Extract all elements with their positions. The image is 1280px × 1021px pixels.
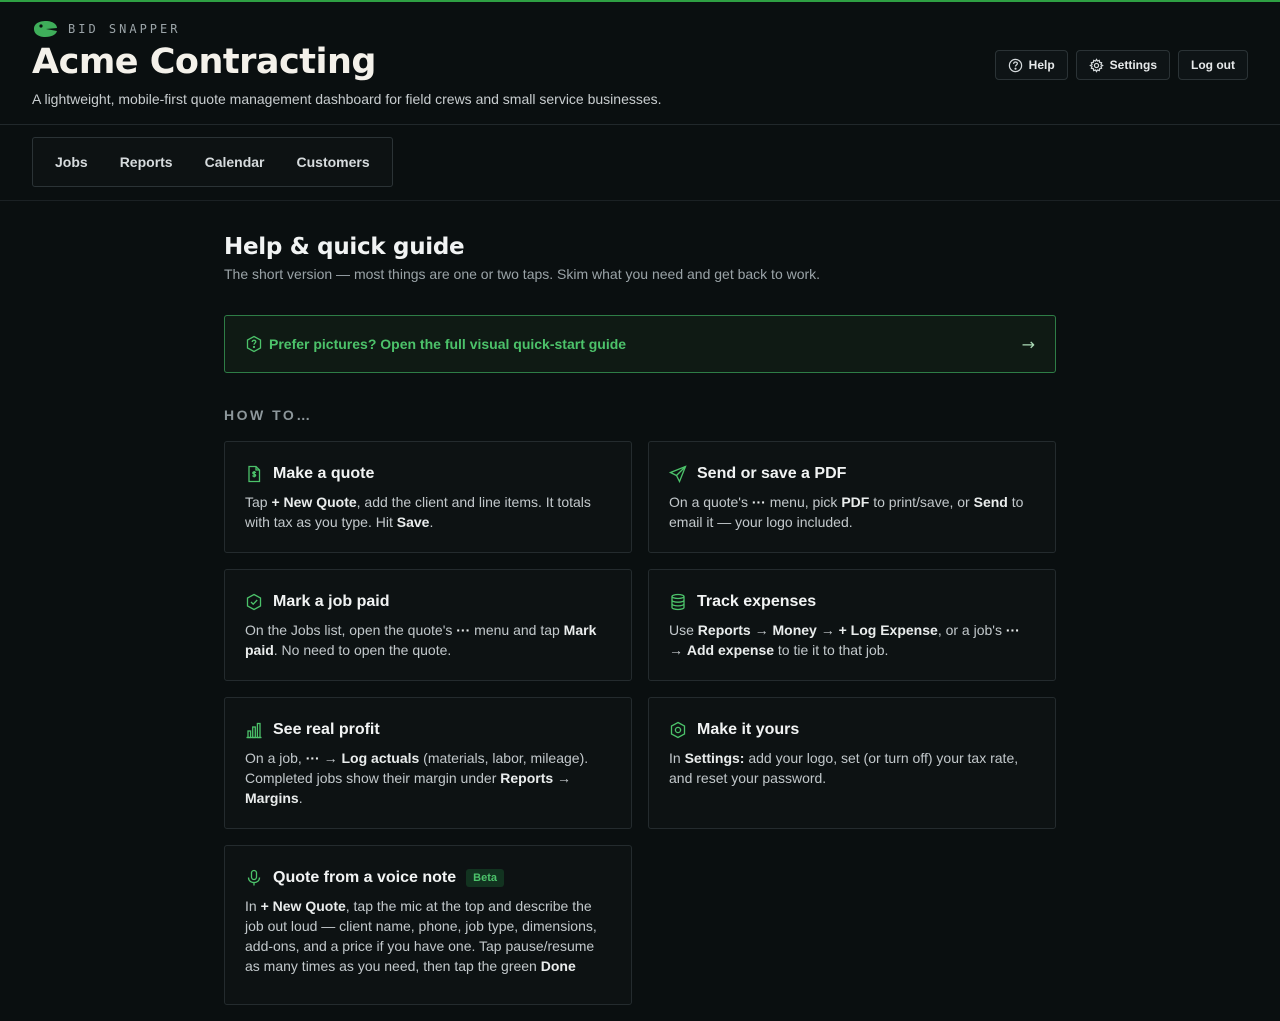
brand-name: BID SNAPPER: [68, 22, 181, 36]
beta-badge: Beta: [466, 869, 504, 887]
send-icon: [669, 465, 687, 483]
main-nav: Jobs Reports Calendar Customers: [0, 125, 1280, 201]
help-page: Help & quick guide The short version — m…: [224, 200, 1056, 1021]
card-send-pdf: Send or save a PDF On a quote's ··· menu…: [648, 441, 1056, 553]
card-title: Track expenses: [697, 593, 817, 610]
card-track-expenses: Track expenses Use Reports → Money → + L…: [648, 569, 1056, 681]
visual-guide-label: Prefer pictures? Open the full visual qu…: [269, 336, 627, 352]
settings-button-label: Settings: [1109, 58, 1158, 72]
help-button-label: Help: [1028, 58, 1055, 72]
hexagon-gear-icon: [670, 721, 686, 739]
card-title: See real profit: [273, 721, 380, 738]
tagline: A lightweight, mobile-first quote manage…: [32, 91, 662, 107]
card-title: Send or save a PDF: [697, 465, 847, 482]
nav-tabs: Jobs Reports Calendar Customers: [32, 137, 393, 187]
card-title: Make a quote: [273, 465, 375, 482]
card-body: Tap + New Quote, add the client and line…: [245, 494, 591, 530]
help-circle-icon: [1008, 58, 1022, 72]
section-label: HOW TO…: [224, 407, 313, 423]
page-title: Help & quick guide: [224, 234, 465, 260]
help-button[interactable]: Help: [994, 50, 1068, 80]
app-header: BID SNAPPER Acme Contracting A lightweig…: [0, 2, 1280, 125]
card-body: On a job, ··· → Log actuals (materials, …: [245, 750, 589, 806]
card-body: In + New Quote, tap the mic at the top a…: [245, 898, 597, 974]
page-subtitle: The short version — most things are one …: [224, 266, 821, 282]
nav-tab-jobs[interactable]: Jobs: [39, 154, 104, 170]
arrow-right-icon: →: [1021, 334, 1035, 354]
card-title: Mark a job paid: [273, 593, 390, 610]
nav-tab-customers[interactable]: Customers: [281, 154, 386, 170]
nav-tab-calendar[interactable]: Calendar: [189, 154, 281, 170]
how-to-cards: Make a quote Tap + New Quote, add the cl…: [224, 441, 1056, 1021]
nav-tab-reports[interactable]: Reports: [104, 154, 189, 170]
card-real-profit: See real profit On a job, ··· → Log actu…: [224, 697, 632, 829]
brand[interactable]: BID SNAPPER: [32, 20, 180, 38]
database-icon: [671, 593, 685, 611]
logout-button[interactable]: Log out: [1178, 50, 1248, 80]
bar-chart-icon: [246, 722, 262, 739]
dollar-document-icon: [248, 465, 261, 483]
header-actions: Help Settings Log out: [994, 50, 1248, 80]
card-make-it-yours: Make it yours In Settings: add your logo…: [648, 697, 1056, 829]
microphone-icon: [247, 869, 261, 886]
gear-icon: [1088, 57, 1104, 73]
visual-guide-link[interactable]: Prefer pictures? Open the full visual qu…: [224, 315, 1056, 373]
card-body: On the Jobs list, open the quote's ··· m…: [245, 622, 597, 658]
company-name: Acme Contracting: [32, 42, 376, 82]
settings-button[interactable]: Settings: [1075, 50, 1171, 80]
card-make-quote: Make a quote Tap + New Quote, add the cl…: [224, 441, 632, 553]
check-shield-icon: [246, 593, 262, 611]
card-body: Use Reports → Money → + Log Expense, or …: [669, 622, 1020, 658]
card-title: Make it yours: [697, 721, 800, 738]
card-voice-quote: Quote from a voice note Beta In + New Qu…: [224, 845, 632, 1005]
card-body: In Settings: add your logo, set (or turn…: [669, 750, 1019, 786]
snapper-logo-icon: [34, 21, 57, 37]
hexagon-question-icon: [246, 335, 262, 353]
card-body: On a quote's ··· menu, pick PDF to print…: [669, 494, 1024, 530]
card-mark-paid: Mark a job paid On the Jobs list, open t…: [224, 569, 632, 681]
logout-button-label: Log out: [1191, 58, 1235, 72]
card-title: Quote from a voice note: [273, 869, 457, 886]
